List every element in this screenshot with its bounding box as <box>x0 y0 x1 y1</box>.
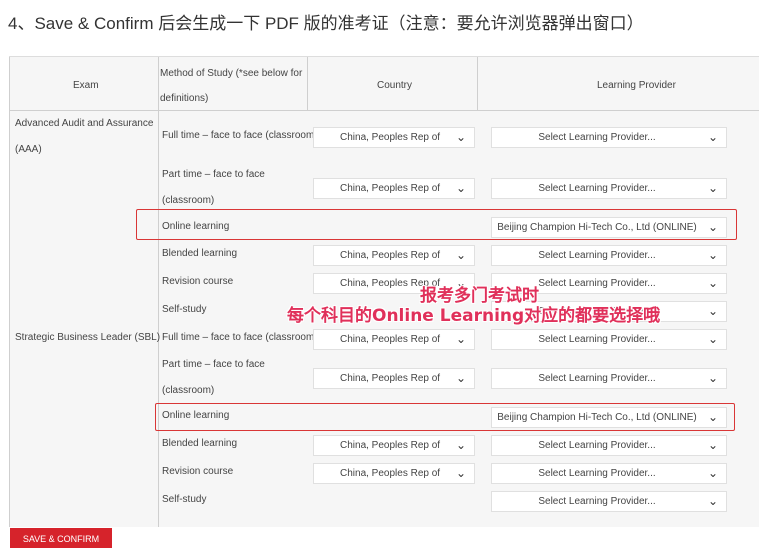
chevron-down-icon: ⌄ <box>455 371 466 385</box>
country-value: China, Peoples Rep of <box>340 440 441 451</box>
provider-value: Select Learning Provider... <box>538 132 656 143</box>
chevron-down-icon: ⌄ <box>707 494 718 508</box>
chevron-down-icon: ⌄ <box>707 304 718 318</box>
provider-value: Select Learning Provider... <box>538 440 656 451</box>
method-label: Part time – face to face <box>162 169 265 180</box>
country-value: China, Peoples Rep of <box>340 468 441 479</box>
chevron-down-icon: ⌄ <box>707 181 718 195</box>
column-divider <box>477 57 478 111</box>
chevron-down-icon: ⌄ <box>707 130 718 144</box>
chevron-down-icon: ⌄ <box>707 248 718 262</box>
provider-value: Select Learning Provider... <box>538 373 656 384</box>
header-method: Method of Study (*see below for <box>160 68 303 79</box>
method-label: Self-study <box>162 304 207 315</box>
country-select[interactable]: China, Peoples Rep of ⌄ <box>313 178 475 199</box>
provider-value: Select Learning Provider... <box>538 250 656 261</box>
country-select[interactable]: China, Peoples Rep of ⌄ <box>313 127 475 148</box>
provider-select[interactable]: Select Learning Provider... ⌄ <box>491 491 727 512</box>
table-border <box>9 57 10 527</box>
method-label: Blended learning <box>162 248 238 259</box>
header-provider: Learning Provider <box>597 80 676 91</box>
header-method-2: definitions) <box>160 93 209 104</box>
provider-select[interactable]: Select Learning Provider... ⌄ <box>491 368 727 389</box>
save-confirm-button[interactable]: SAVE & CONFIRM <box>10 528 112 548</box>
exam-table: Exam Method of Study (*see below for def… <box>9 56 759 527</box>
country-select[interactable]: China, Peoples Rep of ⌄ <box>313 329 475 350</box>
chevron-down-icon: ⌄ <box>707 371 718 385</box>
provider-value: Select Learning Provider... <box>538 334 656 345</box>
method-label: Blended learning <box>162 438 238 449</box>
country-value: China, Peoples Rep of <box>340 132 441 143</box>
chevron-down-icon: ⌄ <box>707 438 718 452</box>
header-exam: Exam <box>73 80 99 91</box>
country-select[interactable]: China, Peoples Rep of ⌄ <box>313 435 475 456</box>
country-value: China, Peoples Rep of <box>340 334 441 345</box>
column-divider <box>158 57 159 527</box>
provider-value: Select Learning Provider... <box>538 468 656 479</box>
highlight-box <box>155 403 735 431</box>
provider-value: Select Learning Provider... <box>538 183 656 194</box>
country-value: China, Peoples Rep of <box>340 183 441 194</box>
highlight-box <box>136 209 737 240</box>
country-value: China, Peoples Rep of <box>340 373 441 384</box>
provider-select[interactable]: Select Learning Provider... ⌄ <box>491 463 727 484</box>
page-heading: 4、Save & Confirm 后会生成一下 PDF 版的准考证（注意：要允许… <box>8 14 644 33</box>
method-label-2: (classroom) <box>162 385 215 396</box>
exam-name: Advanced Audit and Assurance <box>15 118 154 129</box>
chevron-down-icon: ⌄ <box>455 248 466 262</box>
annotation-line2: 每个科目的Online Learning对应的都要选择哦 <box>287 306 661 326</box>
country-select[interactable]: China, Peoples Rep of ⌄ <box>313 245 475 266</box>
provider-select[interactable]: Select Learning Provider... ⌄ <box>491 329 727 350</box>
country-select[interactable]: China, Peoples Rep of ⌄ <box>313 463 475 484</box>
provider-select[interactable]: Select Learning Provider... ⌄ <box>491 435 727 456</box>
exam-code: (AAA) <box>15 144 42 155</box>
exam-name: Strategic Business Leader (SBL) <box>15 332 161 343</box>
chevron-down-icon: ⌄ <box>707 466 718 480</box>
column-divider <box>307 57 308 111</box>
chevron-down-icon: ⌄ <box>455 466 466 480</box>
chevron-down-icon: ⌄ <box>455 332 466 346</box>
method-label: Revision course <box>162 466 234 477</box>
method-label: Part time – face to face <box>162 359 265 370</box>
method-label: Revision course <box>162 276 234 287</box>
header-country: Country <box>377 80 413 91</box>
provider-select[interactable]: Select Learning Provider... ⌄ <box>491 245 727 266</box>
country-select[interactable]: China, Peoples Rep of ⌄ <box>313 368 475 389</box>
country-value: China, Peoples Rep of <box>340 250 441 261</box>
chevron-down-icon: ⌄ <box>455 181 466 195</box>
chevron-down-icon: ⌄ <box>707 332 718 346</box>
provider-select[interactable]: Select Learning Provider... ⌄ <box>491 127 727 148</box>
method-label: Self-study <box>162 494 207 505</box>
method-label: Full time – face to face (classroom) <box>162 130 318 141</box>
provider-select[interactable]: Select Learning Provider... ⌄ <box>491 178 727 199</box>
provider-value: Select Learning Provider... <box>538 496 656 507</box>
method-label: Full time – face to face (classroom) <box>162 332 318 343</box>
chevron-down-icon: ⌄ <box>455 438 466 452</box>
chevron-down-icon: ⌄ <box>455 130 466 144</box>
chevron-down-icon: ⌄ <box>707 276 718 290</box>
